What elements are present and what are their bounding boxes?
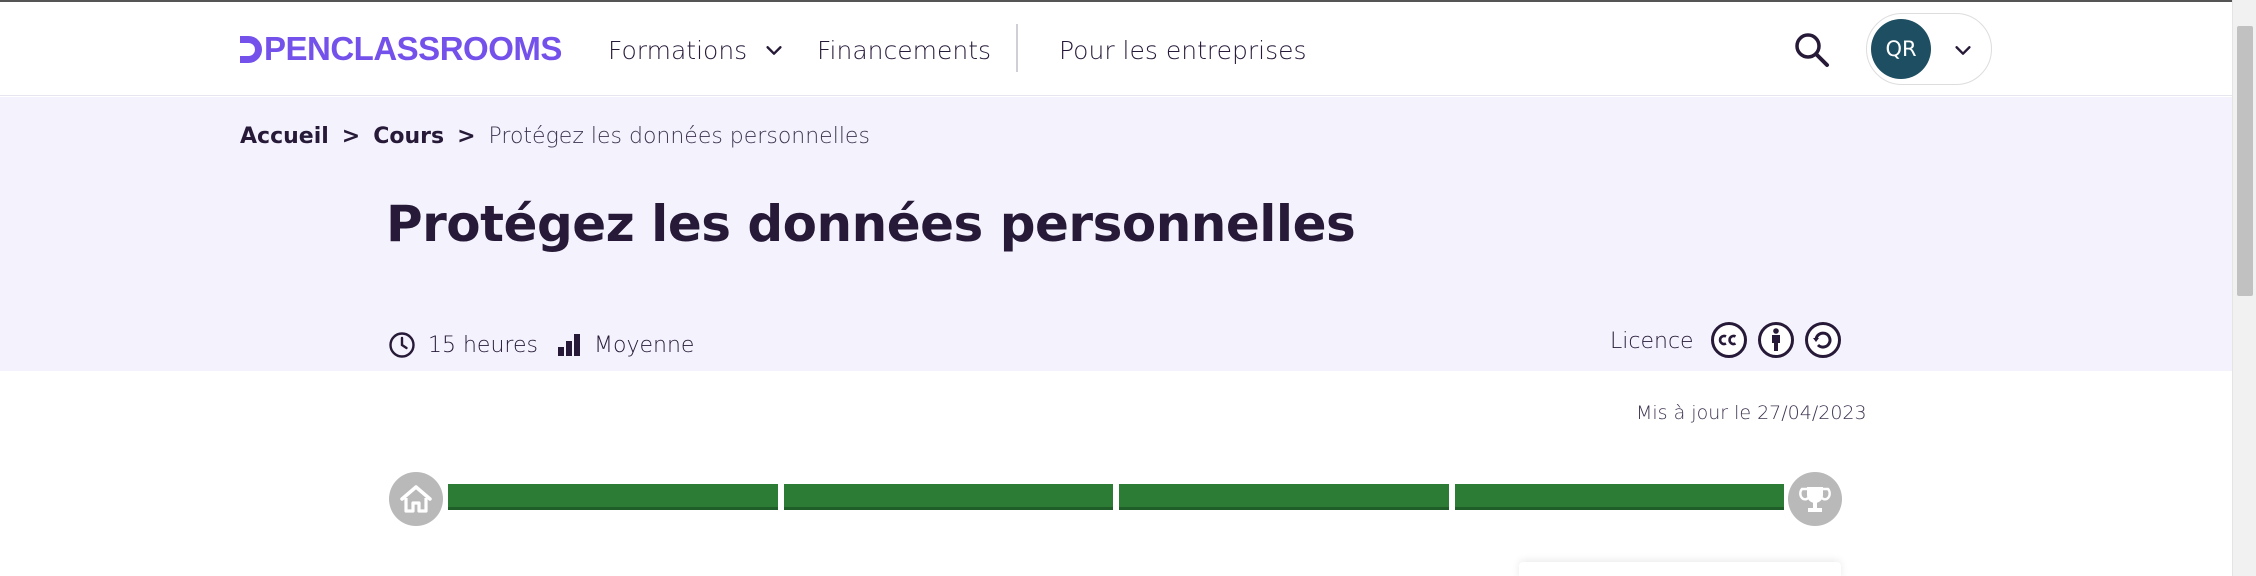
clock-icon <box>389 332 415 358</box>
nav-formations-label: Formations <box>608 35 748 65</box>
level-bars-icon <box>558 334 580 356</box>
site-header: PENCLASSROOMS Formations Financements Po… <box>0 2 2232 96</box>
logo-text: PENCLASSROOMS <box>264 30 562 67</box>
progress-segment[interactable] <box>1454 484 1784 510</box>
nav-financements-link[interactable]: Financements <box>817 32 991 68</box>
breadcrumb-home-link[interactable]: Accueil <box>240 124 329 149</box>
search-icon <box>1795 33 1829 67</box>
chevron-down-icon <box>1955 46 1971 55</box>
home-icon <box>400 485 432 513</box>
breadcrumb: Accueil > Cours > Protégez les données p… <box>240 124 870 149</box>
progress-segment[interactable] <box>783 484 1113 510</box>
progress-segment[interactable] <box>1119 484 1449 510</box>
trophy-icon <box>1799 487 1831 512</box>
course-hero: Accueil > Cours > Protégez les données p… <box>0 97 2232 371</box>
progress-home-button[interactable] <box>389 472 443 526</box>
page-title: Protégez les données personnelles <box>386 195 1356 253</box>
nav-divider <box>1016 24 1018 72</box>
openclassrooms-logo[interactable]: PENCLASSROOMS <box>240 30 562 67</box>
breadcrumb-separator: > <box>341 124 361 149</box>
page-scrollbar[interactable] <box>2232 0 2256 576</box>
licence-label: Licence <box>1610 329 1694 354</box>
course-progress-bar <box>448 484 1784 510</box>
progress-segment[interactable] <box>448 484 778 510</box>
by-icon[interactable] <box>1757 321 1795 359</box>
cc-icon[interactable] <box>1710 321 1748 359</box>
breadcrumb-separator: > <box>457 124 476 149</box>
user-menu-button[interactable]: QR <box>1866 13 1992 85</box>
avatar: QR <box>1871 19 1931 79</box>
chevron-down-icon <box>766 46 782 55</box>
nav-financements-label: Financements <box>817 35 992 65</box>
nav-entreprises-link[interactable]: Pour les entreprises <box>1059 32 1307 68</box>
course-level-value: Moyenne <box>594 332 695 358</box>
search-button[interactable] <box>1792 30 1832 70</box>
side-card <box>1519 562 1841 576</box>
avatar-initials: QR <box>1885 37 1917 61</box>
sa-icon[interactable] <box>1804 321 1842 359</box>
nav-entreprises-label: Pour les entreprises <box>1059 35 1307 65</box>
breadcrumb-courses-link[interactable]: Cours <box>373 124 444 149</box>
logo-o-glyph <box>240 35 262 63</box>
course-level: Moyenne <box>556 325 694 365</box>
course-duration: 15 heures <box>388 325 538 365</box>
scrollbar-thumb[interactable] <box>2237 26 2253 296</box>
course-duration-value: 15 heures <box>428 332 538 358</box>
progress-trophy <box>1788 472 1842 526</box>
last-updated: Mis à jour le 27/04/2023 <box>1636 402 1867 424</box>
nav-formations-dropdown[interactable]: Formations <box>608 32 785 68</box>
breadcrumb-current: Protégez les données personnelles <box>488 124 870 149</box>
